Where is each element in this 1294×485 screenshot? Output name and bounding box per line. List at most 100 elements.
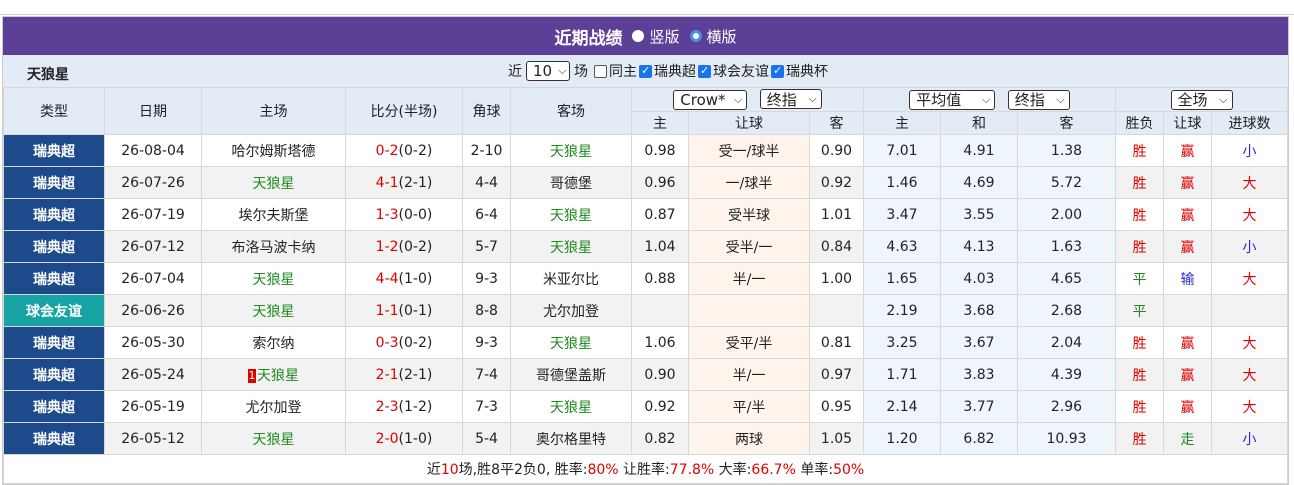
- match-score[interactable]: 2-0(1-0): [345, 422, 463, 455]
- ah-home-odds: [631, 294, 689, 327]
- league-badge[interactable]: 瑞典超: [3, 262, 105, 295]
- league-badge[interactable]: 瑞典超: [3, 390, 105, 423]
- league-badge[interactable]: 瑞典超: [3, 134, 105, 167]
- radio-vertical[interactable]: 竖版: [632, 26, 680, 47]
- league-badge[interactable]: 瑞典超: [3, 422, 105, 455]
- home-team[interactable]: 索尔纳: [201, 326, 346, 359]
- ah-line: 两球: [688, 422, 810, 455]
- home-team[interactable]: 天狼星: [201, 262, 346, 295]
- odds-mode-value: 终指: [766, 90, 797, 109]
- league-badge[interactable]: 球会友谊: [3, 294, 105, 327]
- home-team[interactable]: 天狼星: [201, 422, 346, 455]
- top-cutoff-strip: · · · · · · · · · · · · ·: [0, 0, 1294, 15]
- league3-label: 瑞典杯: [786, 64, 828, 80]
- radio-horizontal[interactable]: 横版: [689, 26, 737, 47]
- full-time-score: 0-2: [375, 142, 399, 159]
- home-team[interactable]: 1 天狼星: [201, 358, 346, 391]
- away-team[interactable]: 奥尔格里特: [510, 422, 632, 455]
- full-time-score: 4-4: [375, 270, 399, 287]
- league3-checkbox[interactable]: [771, 64, 784, 78]
- corner-count: 6-4: [462, 198, 511, 231]
- home-team[interactable]: 哈尔姆斯塔德: [201, 134, 346, 167]
- home-team[interactable]: 布洛马波卡纳: [201, 230, 346, 263]
- summary-text: 场,胜8平2负0, 胜率:: [458, 462, 588, 478]
- match-score[interactable]: 4-1(2-1): [345, 166, 463, 199]
- league-badge[interactable]: 瑞典超: [3, 198, 105, 231]
- match-date: 26-05-19: [104, 390, 202, 423]
- home-team[interactable]: 埃尔夫斯堡: [201, 198, 346, 231]
- ah-line: 一/球半: [688, 166, 810, 199]
- result-goals: 大: [1210, 166, 1289, 199]
- half-time-score: (1-0): [398, 270, 433, 287]
- home-team-name: 天狼星: [257, 367, 299, 384]
- match-date: 26-07-26: [104, 166, 202, 199]
- ah-line: [688, 294, 810, 327]
- league2-checkbox[interactable]: [698, 64, 711, 78]
- eu-away-odds: 2.04: [1017, 326, 1116, 359]
- home-team-name: 哈尔姆斯塔德: [231, 143, 316, 160]
- eu-away-odds: 2.00: [1017, 198, 1116, 231]
- match-score[interactable]: 4-4(1-0): [345, 262, 463, 295]
- full-time-score: 2-1: [375, 366, 399, 383]
- away-team[interactable]: 天狼星: [510, 326, 632, 359]
- away-team[interactable]: 哥德堡: [510, 166, 632, 199]
- col-ah-home: 主: [631, 111, 689, 135]
- same-home-checkbox[interactable]: [594, 64, 607, 78]
- league1-label: 瑞典超: [654, 64, 696, 80]
- eu-away-odds: 2.68: [1017, 294, 1116, 327]
- result-handicap: 赢: [1163, 198, 1212, 231]
- home-team[interactable]: 天狼星: [201, 166, 346, 199]
- match-score[interactable]: 0-2(0-2): [345, 134, 463, 167]
- league-badge[interactable]: 瑞典超: [3, 326, 105, 359]
- scope-group-header: 全场 ⌵: [1114, 87, 1289, 112]
- away-team[interactable]: 哥德堡盖斯: [510, 358, 632, 391]
- away-team[interactable]: 米亚尔比: [510, 262, 632, 295]
- chevron-down-icon: ⌵: [733, 92, 743, 106]
- away-team[interactable]: 尤尔加登: [510, 294, 632, 327]
- league-badge[interactable]: 瑞典超: [3, 166, 105, 199]
- match-score[interactable]: 0-3(0-2): [345, 326, 463, 359]
- away-team[interactable]: 天狼星: [510, 134, 632, 167]
- company-select[interactable]: Crow* ⌵: [673, 89, 748, 110]
- ah-line: 受半/一: [688, 230, 810, 263]
- away-team[interactable]: 天狼星: [510, 198, 632, 231]
- ah-line: 半/一: [688, 358, 810, 391]
- full-time-score: 1-1: [375, 302, 399, 319]
- match-score[interactable]: 2-3(1-2): [345, 390, 463, 423]
- corner-count: 7-3: [462, 390, 511, 423]
- league-badge[interactable]: 瑞典超: [3, 358, 105, 391]
- scope-select[interactable]: 全场 ⌵: [1170, 89, 1233, 110]
- cutoff-text: · · · · · · · · · · · · ·: [330, 0, 458, 7]
- company-value: Crow*: [680, 90, 726, 109]
- home-team[interactable]: 天狼星: [201, 294, 346, 327]
- avg-group-header: 平均值 ⌵ 终指 ⌵: [863, 87, 1116, 112]
- match-count-value: 10: [533, 62, 553, 80]
- result-handicap: [1163, 294, 1212, 327]
- col-type: 类型: [3, 87, 105, 135]
- avg-select[interactable]: 平均值 ⌵: [909, 89, 996, 110]
- table-row: 瑞典超 26-05-24 1 天狼星 2-1(2-1) 7-4 哥德堡盖斯 0.90 半/一 0.…: [3, 358, 1289, 391]
- ah-line: 受半球: [688, 198, 810, 231]
- corner-count: 4-4: [462, 166, 511, 199]
- home-team[interactable]: 尤尔加登: [201, 390, 346, 423]
- corner-count: 5-7: [462, 230, 511, 263]
- league2-label: 球会友谊: [713, 64, 769, 80]
- match-score[interactable]: 1-2(0-2): [345, 230, 463, 263]
- match-score[interactable]: 2-1(2-1): [345, 358, 463, 391]
- result-goals: 小: [1210, 134, 1289, 167]
- league-badge[interactable]: 瑞典超: [3, 230, 105, 263]
- odds-mode-select[interactable]: 终指 ⌵: [759, 89, 822, 110]
- league1-checkbox[interactable]: [639, 64, 652, 78]
- match-score[interactable]: 1-1(0-1): [345, 294, 463, 327]
- away-team[interactable]: 天狼星: [510, 230, 632, 263]
- avg-mode-select[interactable]: 终指 ⌵: [1007, 89, 1070, 110]
- summary-row: 近10场,胜8平2负0, 胜率:80% 让胜率:77.8% 大率:66.7% 单…: [2, 454, 1289, 484]
- match-count-select[interactable]: 10 ⌵: [526, 61, 570, 81]
- result-goals: [1210, 294, 1289, 327]
- eu-away-odds: 10.93: [1017, 422, 1116, 455]
- ah-home-odds: 0.96: [631, 166, 689, 199]
- away-team[interactable]: 天狼星: [510, 390, 632, 423]
- col-ah-away: 客: [809, 111, 864, 135]
- match-score[interactable]: 1-3(0-0): [345, 198, 463, 231]
- half-time-score: (2-1): [398, 366, 433, 383]
